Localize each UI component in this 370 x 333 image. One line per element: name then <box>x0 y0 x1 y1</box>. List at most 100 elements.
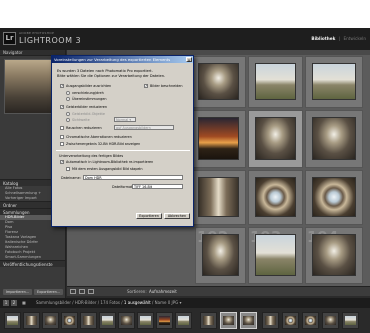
photo-thumbnail[interactable] <box>255 234 296 276</box>
photo-count: 174 Fotos <box>100 300 121 305</box>
ghosting-checkbox[interactable]: ✓ <box>60 105 64 109</box>
chroma-checkbox[interactable] <box>60 135 64 139</box>
sort-label: Sortieren: <box>127 289 147 294</box>
ghost-option-2-label: Sichtweite <box>72 118 90 122</box>
thumb-image <box>305 316 316 325</box>
grid-cell[interactable] <box>248 56 303 108</box>
filmstrip-thumb[interactable] <box>200 312 217 329</box>
filetype-select[interactable]: TIFF 16-Bit <box>132 184 183 189</box>
grid-cell[interactable]: 194 <box>305 227 363 284</box>
publish-header[interactable]: Veröffentlichungsdienste <box>0 260 65 267</box>
photo-thumbnail[interactable] <box>198 117 239 160</box>
thumb-image <box>140 316 151 325</box>
thumb-image <box>159 316 170 325</box>
filmstrip-thumb[interactable] <box>137 312 154 329</box>
noise-checkbox[interactable] <box>60 126 64 130</box>
filmstrip-thumb[interactable] <box>175 312 192 329</box>
align-checkbox[interactable]: ✓ <box>60 84 64 88</box>
align-by-features-radio[interactable] <box>66 97 70 101</box>
noise-select[interactable]: auf Ausgangsbildern <box>114 125 174 130</box>
photo-thumbnail[interactable] <box>255 177 296 217</box>
filmstrip-thumb[interactable] <box>23 312 40 329</box>
thumb-image <box>243 316 254 325</box>
grid-cell[interactable] <box>305 170 363 225</box>
thumb-image <box>102 316 113 325</box>
crop-label: Bilder beschneiden <box>150 84 183 88</box>
filmstrip-thumb[interactable] <box>282 312 299 329</box>
align-label: Ausgangsbilder ausrichten <box>66 84 112 88</box>
show-hdr-checkbox[interactable] <box>60 142 64 146</box>
filmstrip-thumb[interactable] <box>118 312 135 329</box>
filmstrip-thumb[interactable] <box>42 312 59 329</box>
filmstrip-thumb[interactable] <box>4 312 21 329</box>
photo-thumbnail[interactable] <box>198 177 239 217</box>
ghost-option-1-label: Geisterbild-Objekte <box>72 112 105 116</box>
ghost-level-select[interactable]: Normal ▾ <box>114 117 136 122</box>
ghost-option-2-radio[interactable] <box>66 118 70 122</box>
thumb-image <box>265 316 276 325</box>
compare-view-icon[interactable] <box>88 289 94 294</box>
reimport-checkbox[interactable]: ✓ <box>60 160 64 164</box>
export-button[interactable]: Exportieren... <box>34 289 63 295</box>
chroma-label: Chromatische Aberrationen reduzieren <box>66 135 132 139</box>
filmstrip-thumb-selected[interactable] <box>220 312 237 329</box>
thumb-image <box>45 316 56 325</box>
crop-checkbox[interactable]: ✓ <box>144 84 148 88</box>
ghost-option-1-radio[interactable] <box>66 112 70 116</box>
module-library[interactable]: Bibliothek <box>311 36 335 41</box>
filmstrip-thumb-selected[interactable] <box>240 312 257 329</box>
thumb-image <box>121 316 132 325</box>
divider <box>56 150 190 151</box>
photo-thumbnail[interactable] <box>312 177 356 217</box>
close-button[interactable]: × <box>186 57 192 63</box>
filmstrip-thumb[interactable] <box>262 312 279 329</box>
filename-input[interactable]: Dom HDR <box>83 175 183 180</box>
align-by-offset-radio[interactable] <box>66 91 70 95</box>
stack-checkbox[interactable] <box>66 167 70 171</box>
grid-cell[interactable]: 192 <box>195 227 246 284</box>
filmstrip-thumb[interactable] <box>80 312 97 329</box>
grid-toolbar: Sortieren: Aufnahmezeit <box>67 286 370 296</box>
filmstrip-thumb[interactable] <box>156 312 173 329</box>
secondary-window-2-button[interactable]: 2 <box>11 300 17 306</box>
filmstrip-info-bar: 1 2 ▦ Sammlungsbilder / HDR-Bilder / 174… <box>0 298 370 308</box>
grid-cell[interactable] <box>191 110 246 168</box>
thumb-image <box>345 316 356 325</box>
grid-cell-selected[interactable] <box>248 110 303 168</box>
filmstrip-thumb[interactable] <box>322 312 339 329</box>
filmstrip-thumb[interactable] <box>61 312 78 329</box>
source-path[interactable]: Sammlungsbilder / HDR-Bilder <box>36 300 97 305</box>
sort-select[interactable]: Aufnahmezeit <box>149 289 177 294</box>
loupe-view-icon[interactable] <box>79 289 85 294</box>
grid-cell[interactable] <box>191 56 246 108</box>
cancel-button[interactable]: Abbrechen <box>164 213 190 219</box>
grid-view-icon[interactable] <box>70 289 76 294</box>
photo-thumbnail[interactable] <box>255 117 296 160</box>
module-separator: | <box>338 36 341 41</box>
photo-thumbnail[interactable] <box>202 234 239 276</box>
filename-label: Dateiname: <box>61 176 81 180</box>
import-button[interactable]: Importieren... <box>3 289 32 295</box>
filmstrip-thumb[interactable] <box>99 312 116 329</box>
photo-thumbnail[interactable] <box>255 63 296 100</box>
ghosting-label: Geisterbilder reduzieren <box>66 105 108 109</box>
grid-cell[interactable]: 193 <box>248 227 303 284</box>
export-ok-button[interactable]: Exportieren <box>136 213 162 219</box>
photo-thumbnail[interactable] <box>312 234 356 276</box>
dialog-title-bar[interactable]: Voreinstellungen zur Verarbeitung des ex… <box>52 56 193 63</box>
secondary-window-1-button[interactable]: 1 <box>3 300 9 306</box>
grid-icon[interactable]: ▦ <box>21 300 27 306</box>
import-export-buttons: Importieren... Exportieren... <box>3 289 63 295</box>
photo-thumbnail[interactable] <box>198 63 239 100</box>
photo-thumbnail[interactable] <box>312 117 356 160</box>
filmstrip-thumb[interactable] <box>302 312 319 329</box>
grid-cell[interactable] <box>248 170 303 225</box>
app-title: LIGHTROOM 3 <box>19 36 82 45</box>
photo-thumbnail[interactable] <box>312 63 356 100</box>
module-develop[interactable]: Entwickeln <box>343 36 366 41</box>
grid-cell[interactable] <box>305 110 363 168</box>
filmstrip-thumb[interactable] <box>342 312 359 329</box>
grid-cell[interactable] <box>191 170 246 225</box>
grid-cell[interactable] <box>305 56 363 108</box>
brand-subtitle: ADOBE PHOTOSHOP <box>19 31 55 35</box>
